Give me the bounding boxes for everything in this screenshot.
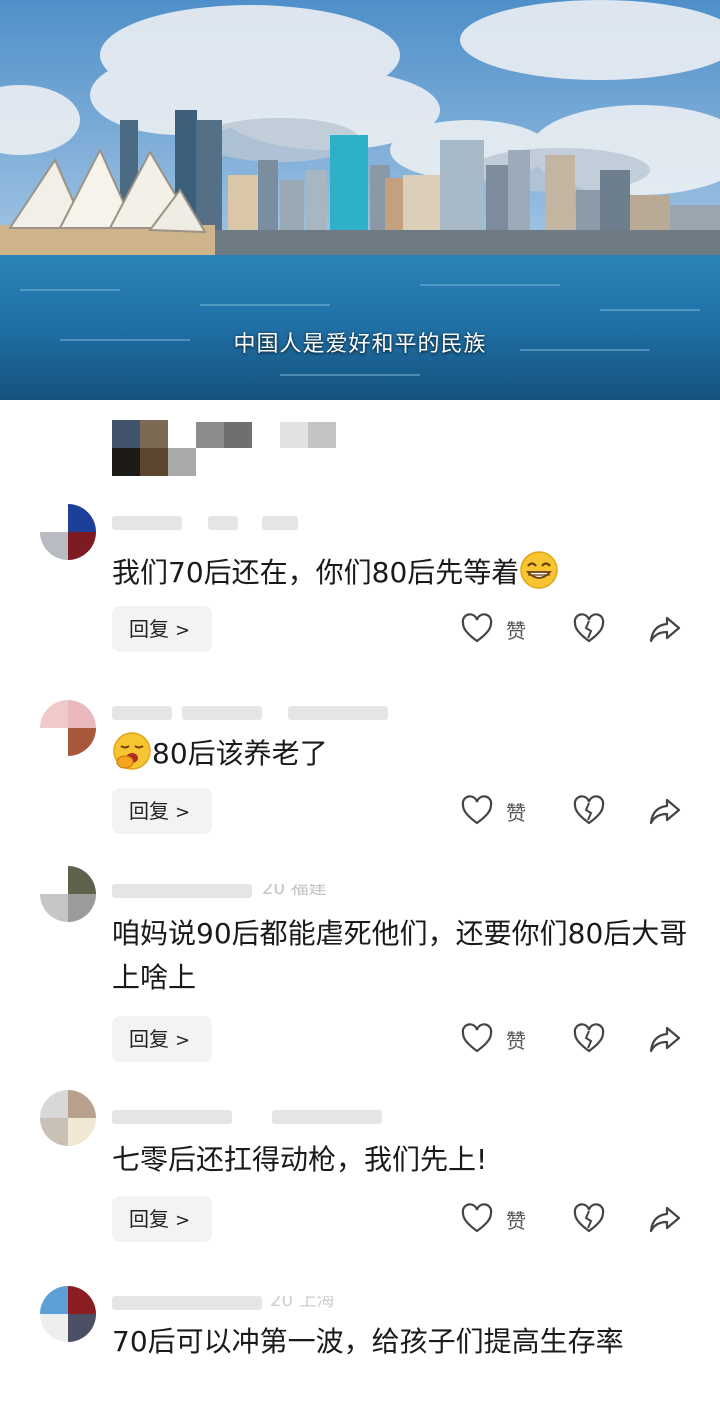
share-arrow-icon [649, 798, 681, 825]
broken-heart-icon [573, 613, 605, 643]
video-player[interactable]: 中国人是爱好和平的民族 [0, 0, 720, 400]
comment-meta: 20 福建 [112, 884, 402, 898]
chevron-right-icon: > [175, 1030, 191, 1051]
comment-text: 70后可以冲第一波，给孩子们提高生存率 [112, 1320, 692, 1364]
comment-text-body: 80后该养老了 [152, 737, 328, 770]
comment-sheet: 我们70后还在，你们80后先等着 回复 > 赞 80后该养老了 回复 > 赞 2… [0, 400, 720, 1426]
like-button[interactable]: 赞 [460, 1199, 526, 1239]
avatar[interactable] [40, 1286, 96, 1342]
reply-button[interactable]: 回复 > [112, 788, 212, 834]
like-button[interactable]: 赞 [460, 1019, 526, 1059]
heart-outline-icon [461, 1023, 493, 1053]
yawn-emoji-icon [113, 732, 151, 770]
dislike-button[interactable] [572, 609, 606, 649]
comment-actions: 赞 [460, 791, 690, 831]
like-label: 赞 [506, 800, 526, 825]
comment-meta: 20 上海 [112, 1296, 402, 1310]
comment-meta-blurred [112, 1110, 402, 1124]
dislike-button[interactable] [572, 1019, 606, 1059]
like-button[interactable]: 赞 [460, 791, 526, 831]
share-arrow-icon [649, 1026, 681, 1053]
avatar[interactable] [40, 504, 96, 560]
dislike-button[interactable] [572, 791, 606, 831]
reply-button[interactable]: 回复 > [112, 606, 212, 652]
avatar[interactable] [40, 866, 96, 922]
grin-emoji-icon [520, 551, 559, 589]
reply-button[interactable]: 回复 > [112, 1016, 212, 1062]
heart-outline-icon [461, 795, 493, 825]
comment-text-body: 咱妈说90后都能虐死他们，还要你们80后大哥上啥上 [112, 917, 688, 994]
avatar[interactable] [40, 1090, 96, 1146]
share-arrow-icon [649, 1206, 681, 1233]
share-button[interactable] [648, 609, 682, 649]
avatar[interactable] [40, 700, 96, 756]
chevron-right-icon: > [175, 802, 191, 823]
reply-label: 回复 [129, 799, 169, 823]
like-label: 赞 [506, 618, 526, 643]
chevron-right-icon: > [175, 1210, 191, 1231]
comment-text-body: 70后可以冲第一波，给孩子们提高生存率 [112, 1325, 624, 1358]
like-button[interactable]: 赞 [460, 609, 526, 649]
blurred-user-header [112, 420, 362, 480]
comment-meta-text: 20 福建 [262, 884, 327, 898]
dislike-button[interactable] [572, 1199, 606, 1239]
comment-text: 七零后还扛得动枪，我们先上! [112, 1138, 692, 1182]
broken-heart-icon [573, 1203, 605, 1233]
comment-text: 80后该养老了 [112, 731, 692, 776]
reply-button[interactable]: 回复 > [112, 1196, 212, 1242]
comment-text: 咱妈说90后都能虐死他们，还要你们80后大哥上啥上 [112, 912, 692, 1000]
comment-actions: 赞 [460, 1199, 690, 1239]
comment-actions: 赞 [460, 1019, 690, 1059]
reply-label: 回复 [129, 617, 169, 641]
like-label: 赞 [506, 1208, 526, 1233]
chevron-right-icon: > [175, 620, 191, 641]
comment-meta-blurred [112, 516, 402, 530]
comment-text-body: 七零后还扛得动枪，我们先上! [112, 1143, 488, 1176]
comment-meta-text: 20 上海 [270, 1296, 335, 1310]
heart-outline-icon [461, 1203, 493, 1233]
comment-text: 我们70后还在，你们80后先等着 [112, 550, 692, 595]
comment-meta-blurred [112, 706, 402, 720]
heart-outline-icon [461, 613, 493, 643]
comment-actions: 赞 [460, 609, 690, 649]
share-button[interactable] [648, 1019, 682, 1059]
reply-label: 回复 [129, 1027, 169, 1051]
broken-heart-icon [573, 1023, 605, 1053]
like-label: 赞 [506, 1028, 526, 1053]
share-arrow-icon [649, 616, 681, 643]
share-button[interactable] [648, 1199, 682, 1239]
reply-label: 回复 [129, 1207, 169, 1231]
video-subtitle: 中国人是爱好和平的民族 [233, 332, 487, 357]
broken-heart-icon [573, 795, 605, 825]
comment-text-body: 我们70后还在，你们80后先等着 [112, 556, 520, 589]
share-button[interactable] [648, 791, 682, 831]
